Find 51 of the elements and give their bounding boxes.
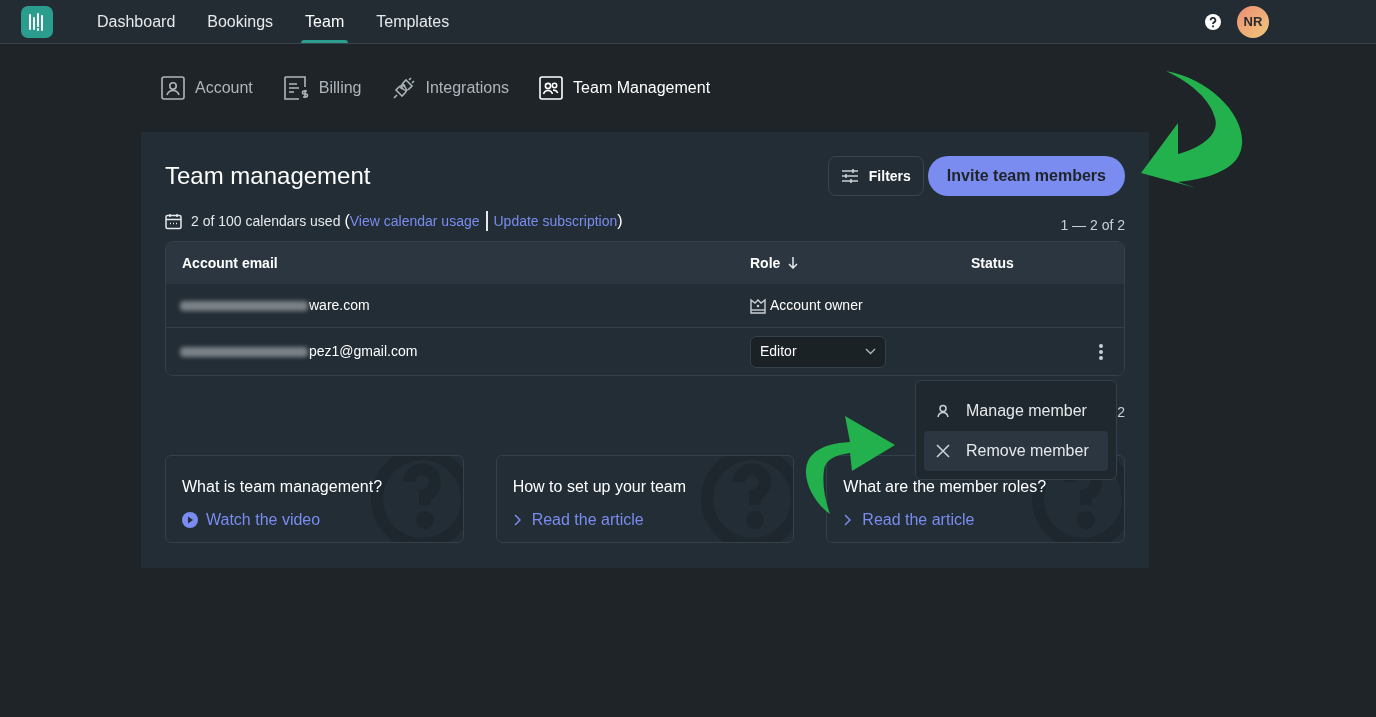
page-title: Team management [165, 161, 372, 191]
column-header[interactable]: Account email [182, 252, 278, 274]
team-card-icon [539, 76, 564, 100]
user-icon [936, 404, 950, 418]
help-icon[interactable] [1205, 13, 1221, 30]
settings-tab[interactable]: Billing [282, 75, 362, 101]
app-logo-icon[interactable] [21, 5, 53, 38]
role-text: Account owner [770, 296, 863, 315]
update-subscription-link[interactable]: Update subscription [493, 210, 618, 232]
parenthesis: ( [344, 211, 350, 231]
user-avatar[interactable]: NR [1237, 5, 1269, 38]
calendar-icon [165, 212, 182, 230]
more-options-icon[interactable] [1098, 342, 1104, 361]
menu-item[interactable]: Manage member [924, 391, 1108, 431]
parenthesis: ) [617, 211, 623, 231]
nav-link[interactable]: Bookings [191, 0, 290, 43]
usage-text: 2 of 100 calendars used [191, 211, 341, 231]
settings-tab[interactable]: Team Management [539, 76, 711, 100]
settings-tab[interactable]: Account [161, 76, 253, 100]
close-icon [936, 444, 950, 458]
card-title: How to set up your team [512, 477, 688, 497]
crown-icon [750, 297, 766, 314]
view-usage-link[interactable]: View calendar usage [349, 210, 480, 232]
card-title: What are the member roles? [843, 477, 1048, 497]
chevron-right-icon [843, 514, 852, 526]
sliders-icon [840, 168, 859, 184]
receipt-icon [282, 75, 309, 101]
column-header[interactable]: Status [971, 252, 1014, 274]
play-icon [182, 512, 198, 528]
chevron-right-icon [512, 514, 521, 526]
user-card-icon [161, 76, 185, 100]
pagination-text: 2 [1117, 403, 1125, 422]
email-cell-text: pez1@gmail.com [309, 342, 418, 361]
pagination-text: 1 — 2 of 2 [1060, 216, 1125, 235]
menu-item[interactable]: Remove member [924, 431, 1108, 471]
card-link[interactable]: Read the article [512, 508, 778, 532]
nav-link[interactable]: Templates [360, 0, 466, 43]
plug-icon [391, 76, 416, 100]
card-link[interactable]: Read the article [843, 508, 1108, 532]
role-select[interactable]: Editor [750, 335, 886, 368]
nav-link[interactable]: Team [289, 0, 361, 43]
settings-tab[interactable]: Integrations [391, 76, 510, 100]
chevron-down-icon [865, 348, 876, 355]
sort-arrow-icon[interactable] [788, 257, 799, 269]
card-title: What is team management? [182, 477, 384, 497]
filters-button[interactable]: Filters [827, 156, 924, 196]
card-link[interactable]: Watch the video [182, 508, 447, 532]
column-header[interactable]: Role [750, 252, 781, 274]
email-cell-text: ware.com [309, 296, 370, 315]
nav-link[interactable]: Dashboard [81, 0, 192, 43]
invite-button[interactable]: Invite team members [927, 156, 1125, 196]
